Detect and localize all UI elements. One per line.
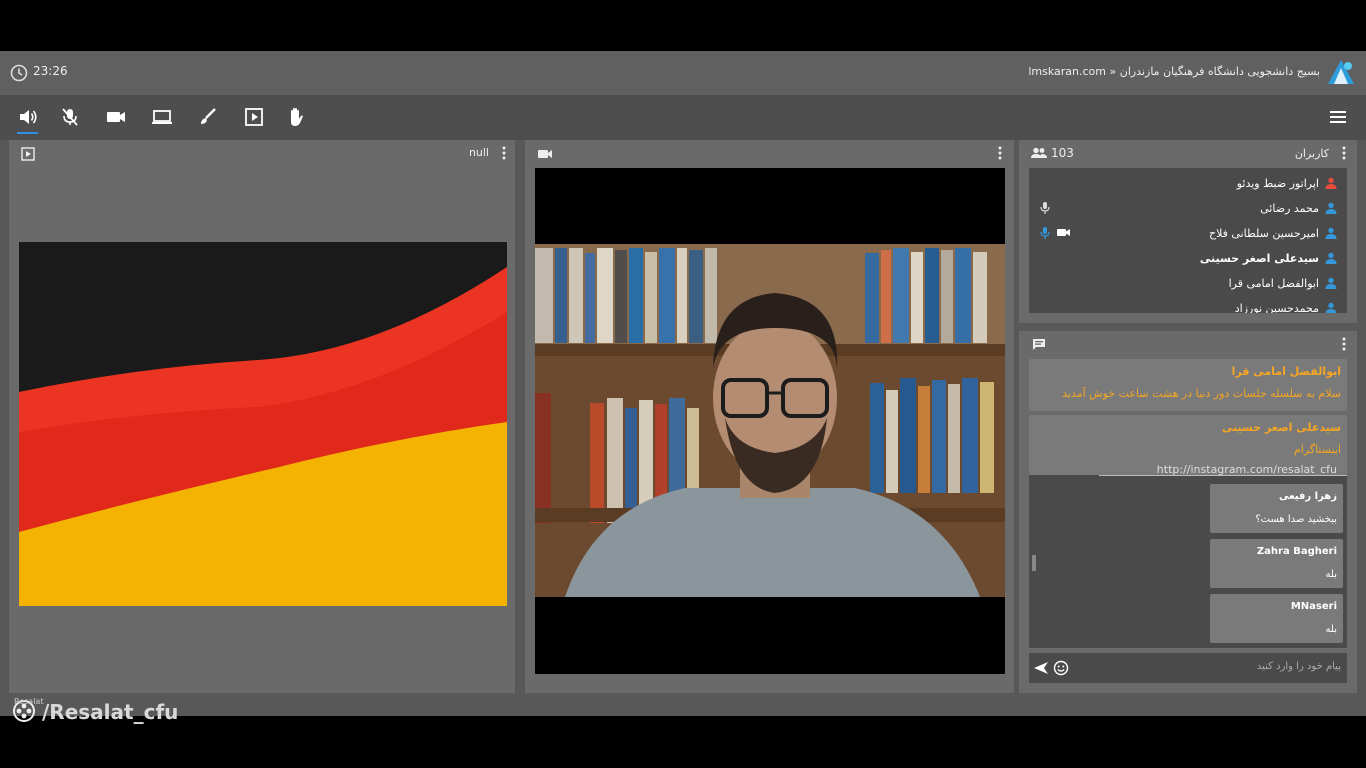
breadcrumb[interactable]: lmskaran.com » بسیج دانشجویی دانشگاه فره… (1028, 65, 1320, 78)
user-list: اپراتور ضبط ویدئو محمد رضائی امیرحسین سلطا… (1029, 168, 1347, 313)
chat-sender: Zahra Bagheri (1256, 546, 1337, 557)
kebab-menu-icon[interactable] (997, 145, 1003, 161)
users-icon (1031, 147, 1047, 159)
chat-text: اینستاگرام (1293, 443, 1341, 456)
user-list-item[interactable]: محمدحسین نورزاد (1235, 297, 1337, 313)
chat-sender: زهرا رفیعی (1279, 491, 1337, 502)
video-camera-icon (538, 148, 553, 160)
camera-icon[interactable] (104, 105, 128, 129)
mic-icon (1039, 226, 1051, 240)
chat-replies-area: زهرا رفیعی ببخشید صدا هست؟ Zahra Bagheri… (1029, 475, 1347, 648)
user-list-item[interactable]: امیرحسین سلطانی فلاح (1209, 222, 1337, 244)
user-icon (1325, 252, 1337, 264)
watermark-small-text: Resalat (14, 697, 44, 706)
kebab-menu-icon[interactable] (1341, 336, 1347, 352)
panel-title: null (468, 146, 489, 159)
chat-sender: سیدعلی اصغر حسینی (1221, 421, 1341, 434)
chat-icon (1032, 338, 1046, 351)
users-count: 103 (1051, 146, 1074, 160)
chat-panel: ابوالفضل امامی قرا سلام به سلسله جلسات د… (1019, 331, 1357, 693)
user-list-item[interactable]: سیدعلی اصغر حسینی (1200, 247, 1337, 269)
chat-message: سیدعلی اصغر حسینی اینستاگرام http://inst… (1029, 415, 1347, 475)
clock-icon (10, 64, 28, 82)
chat-sender: ابوالفضل امامی قرا (1231, 365, 1341, 378)
user-list-item[interactable]: ابوالفضل امامی قرا (1229, 272, 1337, 294)
users-panel-title: کاربران (1294, 147, 1329, 160)
brush-icon[interactable] (196, 105, 220, 129)
raise-hand-icon[interactable] (284, 105, 308, 129)
chat-text: سلام به سلسله جلسات دور دنیا در هشت ساعت… (1062, 387, 1341, 400)
chat-reply: Zahra Bagheri بله (1210, 539, 1343, 588)
kebab-menu-icon[interactable] (501, 145, 507, 161)
chat-link[interactable]: http://instagram.com/resalat_cfu (1157, 463, 1337, 475)
presentation-panel: null (9, 140, 515, 693)
user-name: سیدعلی اصغر حسینی (1199, 251, 1319, 265)
user-name: اپراتور ضبط ویدئو (1236, 176, 1319, 190)
chat-text: ببخشید صدا هست؟ (1255, 514, 1337, 525)
user-list-item[interactable]: محمد رضائی (1260, 197, 1337, 219)
watermark-text: /Resalat_cfu (42, 700, 179, 724)
video-panel (525, 140, 1014, 693)
chat-text: بله (1325, 624, 1337, 635)
users-panel: 103 کاربران اپراتور ضبط ویدئو محمد رضائی ا… (1019, 140, 1357, 323)
mic-muted-icon[interactable] (58, 105, 82, 129)
user-icon (1325, 227, 1337, 239)
webcam-video[interactable] (535, 168, 1005, 674)
user-name: امیرحسین سلطانی فلاح (1208, 226, 1319, 240)
emoji-icon[interactable] (1053, 660, 1069, 676)
camera-status-icon (1057, 227, 1071, 238)
german-flag-image (19, 242, 507, 606)
divider (1099, 475, 1347, 476)
mic-icon (1039, 201, 1051, 215)
send-icon[interactable] (1033, 660, 1049, 676)
hamburger-menu-icon[interactable] (1326, 105, 1350, 129)
user-icon (1325, 177, 1337, 189)
chat-reply: زهرا رفیعی ببخشید صدا هست؟ (1210, 484, 1343, 533)
scrollbar[interactable] (1032, 555, 1036, 571)
user-icon (1325, 302, 1337, 313)
chat-message: ابوالفضل امامی قرا سلام به سلسله جلسات د… (1029, 359, 1347, 411)
chat-input[interactable]: پیام خود را وارد کنید (1257, 661, 1341, 672)
media-panel-icon (21, 147, 35, 161)
media-player-icon[interactable] (242, 105, 266, 129)
user-list-item[interactable]: اپراتور ضبط ویدئو (1237, 172, 1337, 194)
chat-reply: MNaseri بله (1210, 594, 1343, 643)
user-icon (1325, 277, 1337, 289)
user-name: محمد رضائی (1260, 201, 1319, 215)
top-bar: 23:26 lmskaran.com » بسیج دانشجویی دانشگ… (0, 51, 1366, 95)
speaker-icon[interactable] (16, 105, 40, 129)
meeting-app: 23:26 lmskaran.com » بسیج دانشجویی دانشگ… (0, 51, 1366, 716)
chat-input-bar: پیام خود را وارد کنید (1029, 653, 1347, 683)
session-timer: 23:26 (33, 64, 68, 78)
toolbar (0, 95, 1366, 140)
active-indicator (17, 132, 38, 134)
screen-share-icon[interactable] (150, 105, 174, 129)
kebab-menu-icon[interactable] (1341, 145, 1347, 161)
user-name: ابوالفضل امامی قرا (1228, 276, 1319, 290)
chat-sender: MNaseri (1290, 601, 1337, 612)
user-name: محمدحسین نورزاد (1234, 301, 1319, 314)
chat-text: بله (1325, 569, 1337, 580)
user-icon (1325, 202, 1337, 214)
lms-logo-icon (1326, 58, 1356, 86)
